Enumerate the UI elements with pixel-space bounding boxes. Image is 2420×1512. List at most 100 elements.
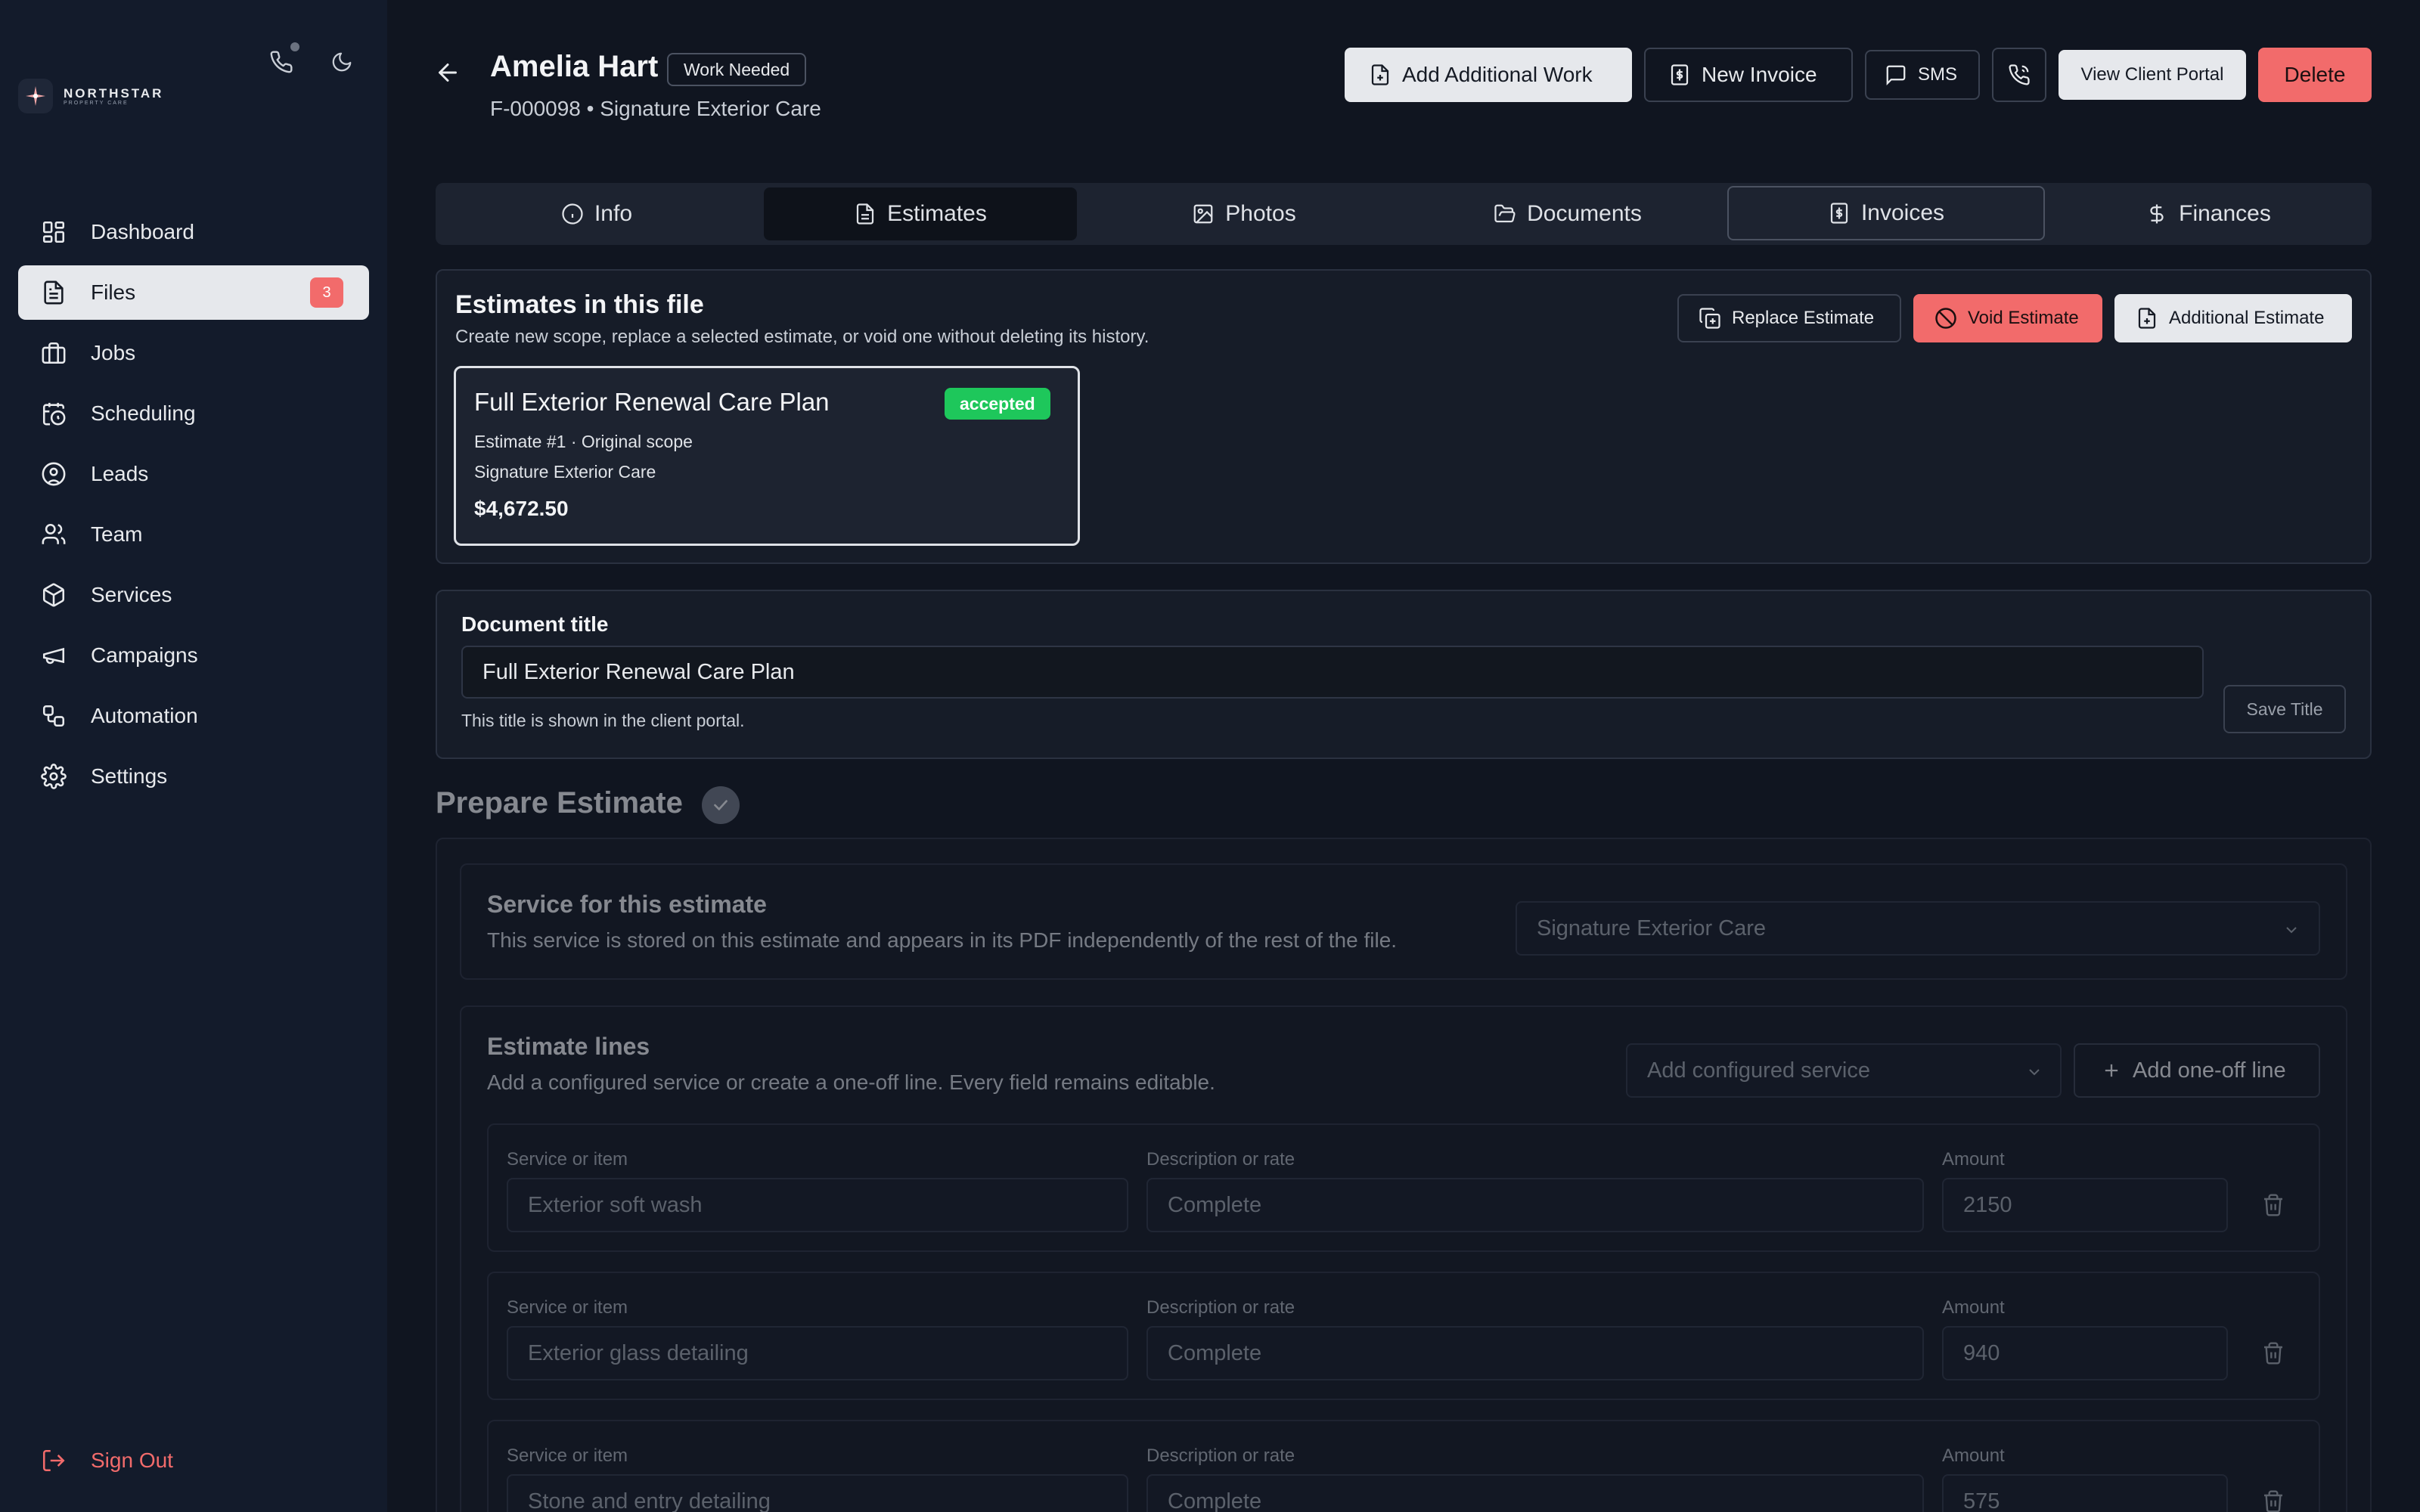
service-section-subtitle: This service is stored on this estimate …	[487, 928, 1398, 952]
brand-name: NORTHSTAR	[64, 85, 164, 101]
sidebar-item-label: Scheduling	[91, 401, 196, 425]
receipt-icon	[1671, 64, 1689, 85]
amount-column-label: Amount	[1942, 1445, 2005, 1466]
sidebar-item-scheduling[interactable]: Scheduling	[18, 386, 369, 441]
service-column-label: Service or item	[507, 1149, 628, 1170]
tab-label: Finances	[2179, 201, 2271, 226]
file-plus-icon	[1371, 64, 1389, 85]
sms-button[interactable]: SMS	[1865, 50, 1980, 100]
chevron-down-icon	[2029, 1069, 2040, 1076]
ban-icon	[1935, 308, 1956, 329]
sign-out-button[interactable]: Sign Out	[18, 1433, 369, 1488]
back-arrow-icon[interactable]	[433, 59, 463, 86]
client-portal-label: View Client Portal	[2080, 64, 2224, 85]
trash-icon[interactable]	[2261, 1488, 2285, 1512]
sidebar-item-files[interactable]: Files 3	[18, 265, 369, 320]
description-column-label: Description or rate	[1146, 1297, 1295, 1318]
sidebar-item-leads[interactable]: Leads	[18, 447, 369, 501]
replace-estimate-button[interactable]: Replace Estimate	[1677, 294, 1901, 342]
chevron-down-icon	[2286, 927, 2297, 934]
replace-estimate-label: Replace Estimate	[1732, 308, 1875, 328]
sidebar-item-services[interactable]: Services	[18, 568, 369, 622]
dashboard-icon	[42, 221, 65, 243]
tab-photos[interactable]: Photos	[1087, 187, 1401, 240]
tab-label: Info	[594, 201, 633, 226]
description-column-label: Description or rate	[1146, 1445, 1295, 1466]
line-amount-input[interactable]: 575	[1942, 1474, 2228, 1512]
dollar-icon	[2150, 204, 2164, 224]
gear-icon	[41, 764, 67, 789]
delete-button[interactable]: Delete	[2258, 48, 2372, 102]
document-title-hint: This title is shown in the client portal…	[461, 711, 745, 730]
void-estimate-label: Void Estimate	[1968, 308, 2079, 328]
line-description-input[interactable]: Complete	[1146, 1326, 1924, 1380]
status-badge: Work Needed	[667, 53, 807, 86]
line-service-input[interactable]: Stone and entry detailing	[507, 1474, 1128, 1512]
tab-label: Invoices	[1860, 200, 1945, 225]
sidebar-item-label: Leads	[91, 462, 149, 485]
sidebar: NORTHSTAR PROPERTY CARE Dashboard Files …	[0, 0, 387, 1512]
trash-icon[interactable]	[2261, 1340, 2285, 1367]
document-title-input[interactable]: Full Exterior Renewal Care Plan	[461, 646, 2204, 699]
line-description-input[interactable]: Complete	[1146, 1474, 1924, 1512]
additional-estimate-button[interactable]: Additional Estimate	[2114, 294, 2352, 342]
estimate-service: Signature Exterior Care	[474, 462, 656, 482]
add-configured-service-select[interactable]: Add configured service	[1626, 1043, 2062, 1098]
line-amount-input[interactable]: 2150	[1942, 1178, 2228, 1232]
line-description-input[interactable]: Complete	[1146, 1178, 1924, 1232]
tab-estimates[interactable]: Estimates	[764, 187, 1077, 240]
sidebar-item-label: Files	[91, 280, 136, 304]
sidebar-item-team[interactable]: Team	[18, 507, 369, 562]
sms-label: SMS	[1918, 64, 1958, 85]
plus-icon	[2105, 1064, 2118, 1077]
sidebar-item-jobs[interactable]: Jobs	[18, 326, 369, 380]
tab-finances[interactable]: Finances	[2051, 187, 2366, 240]
files-count-badge: 3	[310, 277, 343, 308]
sidebar-item-campaigns[interactable]: Campaigns	[18, 628, 369, 683]
add-one-off-label: Add one-off line	[2133, 1058, 2286, 1083]
estimate-card[interactable]: Full Exterior Renewal Care Plan accepted…	[454, 366, 1080, 546]
tab-invoices[interactable]: Invoices	[1727, 186, 2045, 240]
package-icon	[42, 583, 65, 607]
new-invoice-label: New Invoice	[1702, 63, 1817, 86]
service-section-title: Service for this estimate	[487, 891, 767, 918]
calendar-clock-icon	[42, 402, 66, 426]
document-title-label: Document title	[461, 612, 609, 636]
delete-label: Delete	[2284, 63, 2346, 86]
file-plus-icon	[2138, 308, 2156, 329]
message-icon	[1886, 65, 1906, 85]
save-title-button[interactable]: Save Title	[2223, 685, 2346, 733]
sidebar-item-automation[interactable]: Automation	[18, 689, 369, 743]
new-invoice-button[interactable]: New Invoice	[1644, 48, 1853, 102]
line-service-input[interactable]: Exterior glass detailing	[507, 1326, 1128, 1380]
void-estimate-button[interactable]: Void Estimate	[1913, 294, 2102, 342]
moon-icon[interactable]	[324, 44, 360, 80]
brand-logo[interactable]: NORTHSTAR PROPERTY CARE	[18, 79, 163, 113]
tab-documents[interactable]: Documents	[1411, 187, 1724, 240]
tab-info[interactable]: Info	[442, 187, 752, 240]
workflow-icon	[42, 705, 65, 727]
service-select[interactable]: Signature Exterior Care	[1516, 901, 2320, 956]
sidebar-item-label: Services	[91, 583, 172, 606]
star-logo-icon	[18, 79, 53, 113]
call-button[interactable]	[1992, 48, 2046, 102]
folder-icon	[1494, 204, 1516, 223]
service-column-label: Service or item	[507, 1297, 628, 1318]
sidebar-item-dashboard[interactable]: Dashboard	[18, 205, 369, 259]
sidebar-item-label: Jobs	[91, 341, 136, 364]
line-service-input[interactable]: Exterior soft wash	[507, 1178, 1128, 1232]
estimate-title: Full Exterior Renewal Care Plan	[474, 388, 830, 416]
view-client-portal-button[interactable]: View Client Portal	[2059, 50, 2246, 100]
service-column-label: Service or item	[507, 1445, 628, 1466]
phone-call-icon	[2009, 64, 2030, 85]
add-one-off-line-button[interactable]: Add one-off line	[2074, 1043, 2320, 1098]
sidebar-item-settings[interactable]: Settings	[18, 749, 369, 804]
trash-icon[interactable]	[2261, 1191, 2285, 1219]
estimate-total: $4,672.50	[474, 497, 569, 520]
tab-label: Photos	[1225, 201, 1296, 226]
line-amount-input[interactable]: 940	[1942, 1326, 2228, 1380]
amount-column-label: Amount	[1942, 1297, 2005, 1318]
add-additional-work-button[interactable]: Add Additional Work	[1345, 48, 1632, 102]
info-icon	[562, 203, 583, 225]
sidebar-item-label: Campaigns	[91, 643, 198, 667]
